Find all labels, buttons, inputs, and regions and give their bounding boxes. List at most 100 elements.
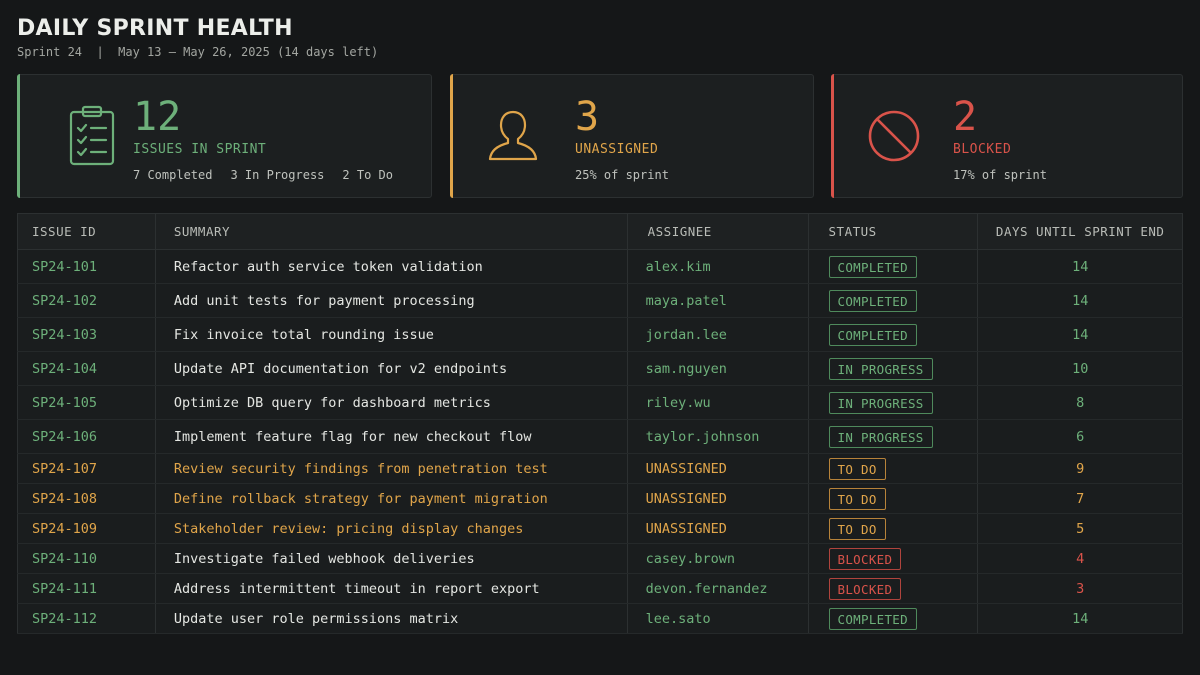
unassigned-card: 3 UNASSIGNED 25% of sprint	[450, 74, 814, 198]
status-badge: IN PROGRESS	[828, 391, 933, 414]
blocked-percent: 17% of sprint	[953, 168, 1047, 182]
issue-id[interactable]: SP24-112	[17, 603, 156, 634]
blocked-card: 2 BLOCKED 17% of sprint	[831, 74, 1183, 198]
days-until-sprint-end: 14	[977, 283, 1183, 318]
issue-status-cell: COMPLETED	[808, 249, 979, 284]
days-until-sprint-end: 14	[977, 249, 1183, 284]
table-row[interactable]: SP24-105 Optimize DB query for dashboard …	[17, 385, 1183, 420]
issue-assignee: UNASSIGNED	[627, 453, 809, 484]
table-row[interactable]: SP24-108 Define rollback strategy for pay…	[17, 483, 1183, 514]
issues-label: ISSUES IN SPRINT	[133, 142, 267, 157]
table-row[interactable]: SP24-112 Update user role permissions mat…	[17, 603, 1183, 634]
issue-summary: Review security findings from penetratio…	[155, 453, 628, 484]
status-badge: COMPLETED	[828, 255, 917, 278]
table-row[interactable]: SP24-101 Refactor auth service token vali…	[17, 249, 1183, 284]
issue-status-cell: BLOCKED	[808, 573, 979, 604]
completed-count: 7 Completed	[133, 168, 213, 182]
status-badge: IN PROGRESS	[828, 357, 933, 380]
issue-summary: Define rollback strategy for payment mig…	[155, 483, 628, 514]
issue-assignee: jordan.lee	[627, 317, 809, 352]
status-badge: TO DO	[828, 517, 886, 540]
issue-status-cell: IN PROGRESS	[808, 351, 979, 386]
issue-id[interactable]: SP24-107	[17, 453, 156, 484]
card-accent-bar	[17, 74, 20, 198]
column-header-status[interactable]: STATUS	[808, 213, 979, 250]
table-row[interactable]: SP24-109 Stakeholder review: pricing disp…	[17, 513, 1183, 544]
issue-assignee: sam.nguyen	[627, 351, 809, 386]
issue-id[interactable]: SP24-102	[17, 283, 156, 318]
status-badge: BLOCKED	[828, 577, 902, 600]
table-row[interactable]: SP24-111 Address intermittent timeout in …	[17, 573, 1183, 604]
issue-status-cell: TO DO	[808, 453, 979, 484]
in-progress-count: 3 In Progress	[230, 168, 325, 182]
days-until-sprint-end: 14	[977, 603, 1183, 634]
clipboard-checklist-icon	[69, 105, 115, 166]
issue-assignee: devon.fernandez	[627, 573, 809, 604]
status-badge: COMPLETED	[828, 289, 917, 312]
issue-id[interactable]: SP24-109	[17, 513, 156, 544]
user-icon	[488, 110, 538, 161]
issues-in-sprint-card: 12 ISSUES IN SPRINT 7 Completed 3 In Prog…	[17, 74, 432, 198]
issue-id[interactable]: SP24-101	[17, 249, 156, 284]
issue-status-cell: IN PROGRESS	[808, 419, 979, 454]
issue-assignee: taylor.johnson	[627, 419, 809, 454]
status-badge: IN PROGRESS	[828, 425, 933, 448]
todo-count: 2 To Do	[342, 168, 393, 182]
unassigned-label: UNASSIGNED	[575, 142, 659, 157]
issue-summary: Optimize DB query for dashboard metrics	[155, 385, 628, 420]
table-row[interactable]: SP24-103 Fix invoice total rounding issue…	[17, 317, 1183, 352]
issue-status-cell: TO DO	[808, 483, 979, 514]
table-row[interactable]: SP24-107 Review security findings from pe…	[17, 453, 1183, 484]
issue-summary: Implement feature flag for new checkout …	[155, 419, 628, 454]
issue-assignee: casey.brown	[627, 543, 809, 574]
table-header-row: ISSUE ID SUMMARY ASSIGNEE STATUS DAYS UN…	[17, 213, 1183, 250]
issue-assignee: riley.wu	[627, 385, 809, 420]
column-header-summary[interactable]: SUMMARY	[155, 213, 628, 250]
days-until-sprint-end: 6	[977, 419, 1183, 454]
days-until-sprint-end: 8	[977, 385, 1183, 420]
issue-id[interactable]: SP24-108	[17, 483, 156, 514]
days-until-sprint-end: 4	[977, 543, 1183, 574]
issue-summary: Refactor auth service token validation	[155, 249, 628, 284]
table-row[interactable]: SP24-106 Implement feature flag for new c…	[17, 419, 1183, 454]
days-until-sprint-end: 10	[977, 351, 1183, 386]
sprint-subtitle: Sprint 24 | May 13 – May 26, 2025 (14 da…	[17, 45, 379, 59]
issue-id[interactable]: SP24-111	[17, 573, 156, 604]
status-badge: TO DO	[828, 487, 886, 510]
issues-count: 12	[133, 94, 182, 140]
unassigned-count: 3	[575, 94, 600, 140]
issue-id[interactable]: SP24-110	[17, 543, 156, 574]
status-badge: COMPLETED	[828, 607, 917, 630]
unassigned-percent: 25% of sprint	[575, 168, 669, 182]
table-row[interactable]: SP24-110 Investigate failed webhook deliv…	[17, 543, 1183, 574]
issue-assignee: UNASSIGNED	[627, 513, 809, 544]
issue-id[interactable]: SP24-105	[17, 385, 156, 420]
issue-status-cell: COMPLETED	[808, 317, 979, 352]
card-accent-bar	[831, 74, 834, 198]
issue-assignee: lee.sato	[627, 603, 809, 634]
issue-summary: Update user role permissions matrix	[155, 603, 628, 634]
issues-table-body: SP24-101 Refactor auth service token vali…	[17, 249, 1183, 634]
issues-table: ISSUE ID SUMMARY ASSIGNEE STATUS DAYS UN…	[17, 213, 1183, 634]
issue-summary: Add unit tests for payment processing	[155, 283, 628, 318]
days-until-sprint-end: 9	[977, 453, 1183, 484]
column-header-days[interactable]: DAYS UNTIL SPRINT END	[977, 213, 1183, 250]
blocked-count: 2	[953, 94, 978, 140]
issue-id[interactable]: SP24-103	[17, 317, 156, 352]
table-row[interactable]: SP24-104 Update API documentation for v2 …	[17, 351, 1183, 386]
table-row[interactable]: SP24-102 Add unit tests for payment proce…	[17, 283, 1183, 318]
issues-breakdown: 7 Completed 3 In Progress 2 To Do	[133, 168, 411, 182]
issue-id[interactable]: SP24-104	[17, 351, 156, 386]
status-badge: COMPLETED	[828, 323, 917, 346]
status-badge: BLOCKED	[828, 547, 902, 570]
status-badge: TO DO	[828, 457, 886, 480]
issue-status-cell: TO DO	[808, 513, 979, 544]
column-header-assignee[interactable]: ASSIGNEE	[627, 213, 809, 250]
issue-id[interactable]: SP24-106	[17, 419, 156, 454]
issue-assignee: maya.patel	[627, 283, 809, 318]
column-header-issue-id[interactable]: ISSUE ID	[17, 213, 156, 250]
issue-summary: Investigate failed webhook deliveries	[155, 543, 628, 574]
days-until-sprint-end: 5	[977, 513, 1183, 544]
days-until-sprint-end: 7	[977, 483, 1183, 514]
issue-status-cell: COMPLETED	[808, 603, 979, 634]
